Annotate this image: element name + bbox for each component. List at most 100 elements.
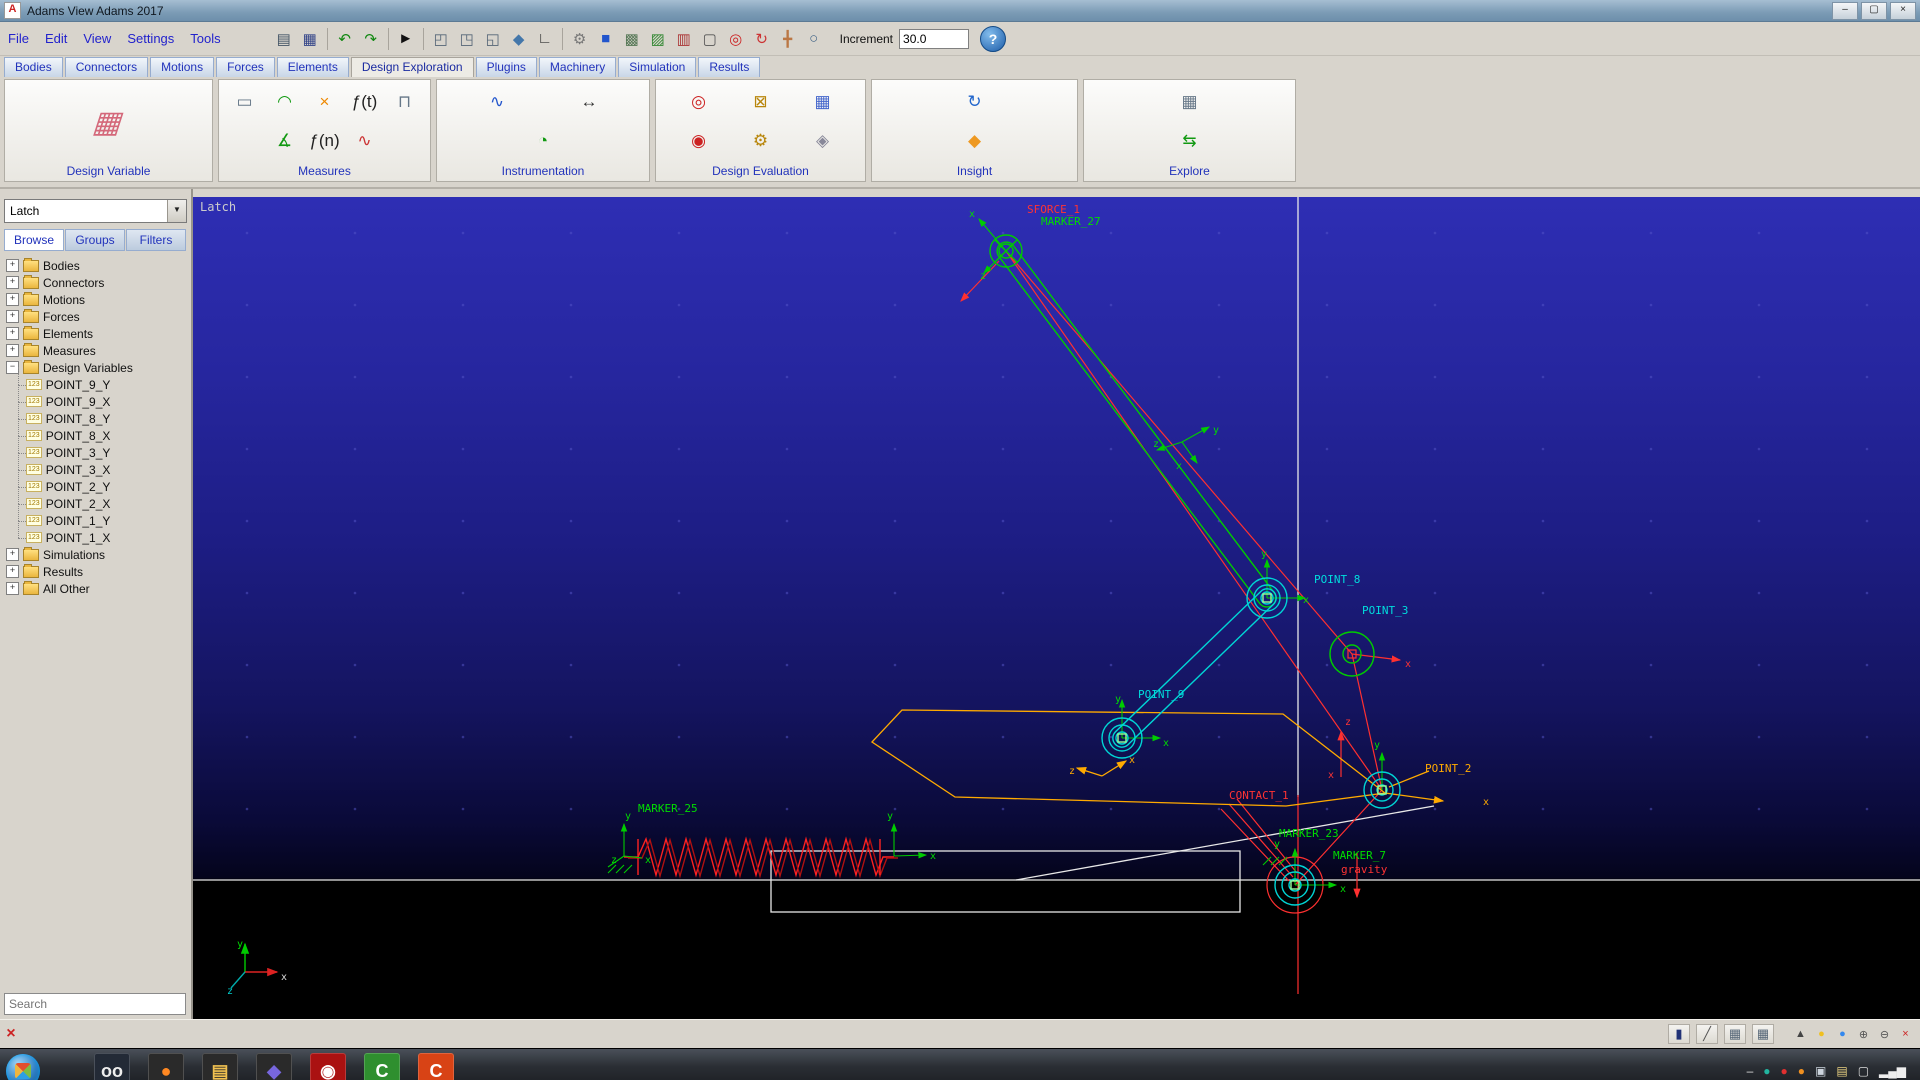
x-variable-icon[interactable]: ×	[310, 89, 340, 115]
taskbar-file-explorer[interactable]: ▤	[202, 1053, 238, 1080]
sphere-icon[interactable]: ●	[1834, 1026, 1851, 1042]
taskbar-app-c-orange[interactable]: C	[418, 1053, 454, 1080]
taskbar-app-c-green[interactable]: C	[364, 1053, 400, 1080]
tab-results[interactable]: Results	[698, 57, 761, 77]
function-time-icon[interactable]: ƒ(t)	[350, 89, 380, 115]
expand-icon[interactable]: +	[6, 293, 19, 306]
grid-toggle-button[interactable]: ▥	[671, 26, 697, 52]
insight-loop-icon[interactable]: ↻	[875, 87, 1074, 117]
close-red-icon[interactable]: ×	[1897, 1026, 1914, 1042]
menu-tools[interactable]: Tools	[190, 31, 220, 46]
gear-pair-button[interactable]: ⚙	[567, 26, 593, 52]
tree-item-point-2-x[interactable]: 123 POINT_2_X	[4, 486, 187, 512]
zoom-in-icon[interactable]: ⊕	[1855, 1026, 1872, 1042]
tab-motions[interactable]: Motions	[150, 57, 215, 77]
tree-item-forces[interactable]: + Forces	[4, 308, 187, 325]
tab-machinery[interactable]: Machinery	[538, 57, 617, 77]
tray-clip-icon[interactable]: ▣	[1815, 1065, 1826, 1077]
camera-icon[interactable]: ▲	[1792, 1026, 1809, 1042]
network-signal-icon[interactable]: ▂▄▆	[1879, 1065, 1906, 1077]
distance-measure-icon[interactable]: ↔	[548, 89, 630, 115]
viewport[interactable]: Latch SFORCE_1 MARKER_27 x z y x z POINT_8 y x POIN…	[193, 197, 1920, 1019]
tab-bodies[interactable]: Bodies	[4, 57, 63, 77]
expand-icon[interactable]: +	[6, 259, 19, 272]
edit-note-icon[interactable]: ╱	[1696, 1024, 1718, 1044]
ruler-measure-icon[interactable]: ▭	[230, 89, 260, 115]
tree-item-point-9-x[interactable]: 123 POINT_9_X	[4, 384, 187, 410]
taskbar-acrobat[interactable]: ◉	[310, 1053, 346, 1080]
search-box[interactable]	[4, 993, 186, 1015]
protractor-icon[interactable]: ◠	[270, 89, 300, 115]
expand-icon[interactable]: +	[6, 565, 19, 578]
model-selector[interactable]: Latch ▼	[4, 199, 187, 223]
tab-plugins[interactable]: Plugins	[475, 57, 537, 77]
tree-item-point-3-y[interactable]: 123 POINT_3_Y	[4, 435, 187, 461]
angle-measure-icon[interactable]: ∡	[270, 128, 300, 154]
target-study-icon[interactable]: ◉	[673, 128, 725, 154]
tree-item-point-9-y[interactable]: 123 POINT_9_Y	[4, 367, 187, 393]
taskbar-vscode[interactable]: ◆	[256, 1053, 292, 1080]
expand-icon[interactable]: +	[6, 582, 19, 595]
expand-icon[interactable]: +	[6, 548, 19, 561]
tree-item-point-8-y[interactable]: 123 POINT_8_Y	[4, 401, 187, 427]
target-icon[interactable]: ◎	[673, 89, 725, 115]
select-cursor-button[interactable]: ►	[393, 26, 419, 52]
caliper-icon[interactable]: ⊓	[390, 89, 420, 115]
menu-edit[interactable]: Edit	[45, 31, 67, 46]
taskbar-firefox[interactable]: ●	[148, 1053, 184, 1080]
view-axes-button[interactable]: ∟	[532, 26, 558, 52]
explore-arrows-icon[interactable]: ⇆	[1087, 126, 1292, 156]
texture-button[interactable]: ▨	[645, 26, 671, 52]
view-iso-button[interactable]: ◆	[506, 26, 532, 52]
help-button[interactable]: ?	[980, 25, 1007, 52]
maximize-button[interactable]: ▢	[1861, 1, 1887, 20]
doe-table-icon[interactable]: ▦	[797, 89, 849, 115]
table-edit-icon[interactable]: ▦	[1752, 1024, 1774, 1044]
new-model-button[interactable]: ▤	[271, 26, 297, 52]
expand-icon[interactable]: +	[6, 344, 19, 357]
strip-chart-icon[interactable]: ∿	[350, 128, 380, 154]
bulb-icon[interactable]: ●	[1813, 1026, 1830, 1042]
gears-icon[interactable]: ⚙	[735, 128, 787, 154]
expand-icon[interactable]: +	[6, 276, 19, 289]
browser-tab-groups[interactable]: Groups	[65, 229, 125, 251]
zoom-view-button[interactable]: ○	[801, 26, 827, 52]
tree-item-connectors[interactable]: + Connectors	[4, 274, 187, 291]
menu-file[interactable]: File	[8, 31, 29, 46]
prism-icon[interactable]: ◈	[797, 128, 849, 154]
selection-box-button[interactable]: ▢	[697, 26, 723, 52]
menu-settings[interactable]: Settings	[127, 31, 174, 46]
view-top-button[interactable]: ◳	[454, 26, 480, 52]
menu-view[interactable]: View	[83, 31, 111, 46]
tray-dot-orange-icon[interactable]: ●	[1798, 1065, 1805, 1077]
tree-item-point-3-x[interactable]: 123 POINT_3_X	[4, 452, 187, 478]
lock-study-icon[interactable]: ⊠	[735, 89, 787, 115]
pan-view-button[interactable]: ╋	[775, 26, 801, 52]
tree-item-bodies[interactable]: + Bodies	[4, 257, 187, 274]
view-right-button[interactable]: ◱	[480, 26, 506, 52]
increment-input[interactable]	[899, 28, 970, 49]
tray-collapse-icon[interactable]: –	[1747, 1065, 1754, 1077]
navy-square-icon[interactable]: ▮	[1668, 1024, 1690, 1044]
view-front-button[interactable]: ◰	[428, 26, 454, 52]
tree-item-results[interactable]: + Results	[4, 563, 187, 580]
tray-monitor-icon[interactable]: ▢	[1858, 1065, 1869, 1077]
viewport-canvas[interactable]: Latch SFORCE_1MARKER_27xzyxzPOINT_8yxPOIN…	[193, 197, 1920, 1019]
table-icon[interactable]: ▦	[1724, 1024, 1746, 1044]
save-database-button[interactable]: ▦	[297, 26, 323, 52]
zoom-out-icon[interactable]: ⊖	[1876, 1026, 1893, 1042]
tree-item-elements[interactable]: + Elements	[4, 325, 187, 342]
signal-wave-icon[interactable]: ∿	[456, 89, 538, 115]
design-variable-grid-icon[interactable]: ▦	[66, 100, 150, 144]
browser-tab-browse[interactable]: Browse	[4, 229, 64, 251]
expand-icon[interactable]: +	[6, 327, 19, 340]
tree-item-point-1-x[interactable]: 123 POINT_1_X	[4, 520, 187, 546]
tab-forces[interactable]: Forces	[216, 57, 275, 77]
base-plate-outline[interactable]	[770, 850, 1241, 913]
explore-grid-cursor-icon[interactable]: ▦	[1087, 87, 1292, 117]
hotpoint-button[interactable]: ◎	[723, 26, 749, 52]
tree-item-measures[interactable]: + Measures	[4, 342, 187, 359]
tray-folder-icon[interactable]: ▤	[1836, 1065, 1847, 1077]
tray-dot-red-icon[interactable]: ●	[1781, 1065, 1788, 1077]
undo-button[interactable]: ↶	[332, 26, 358, 52]
